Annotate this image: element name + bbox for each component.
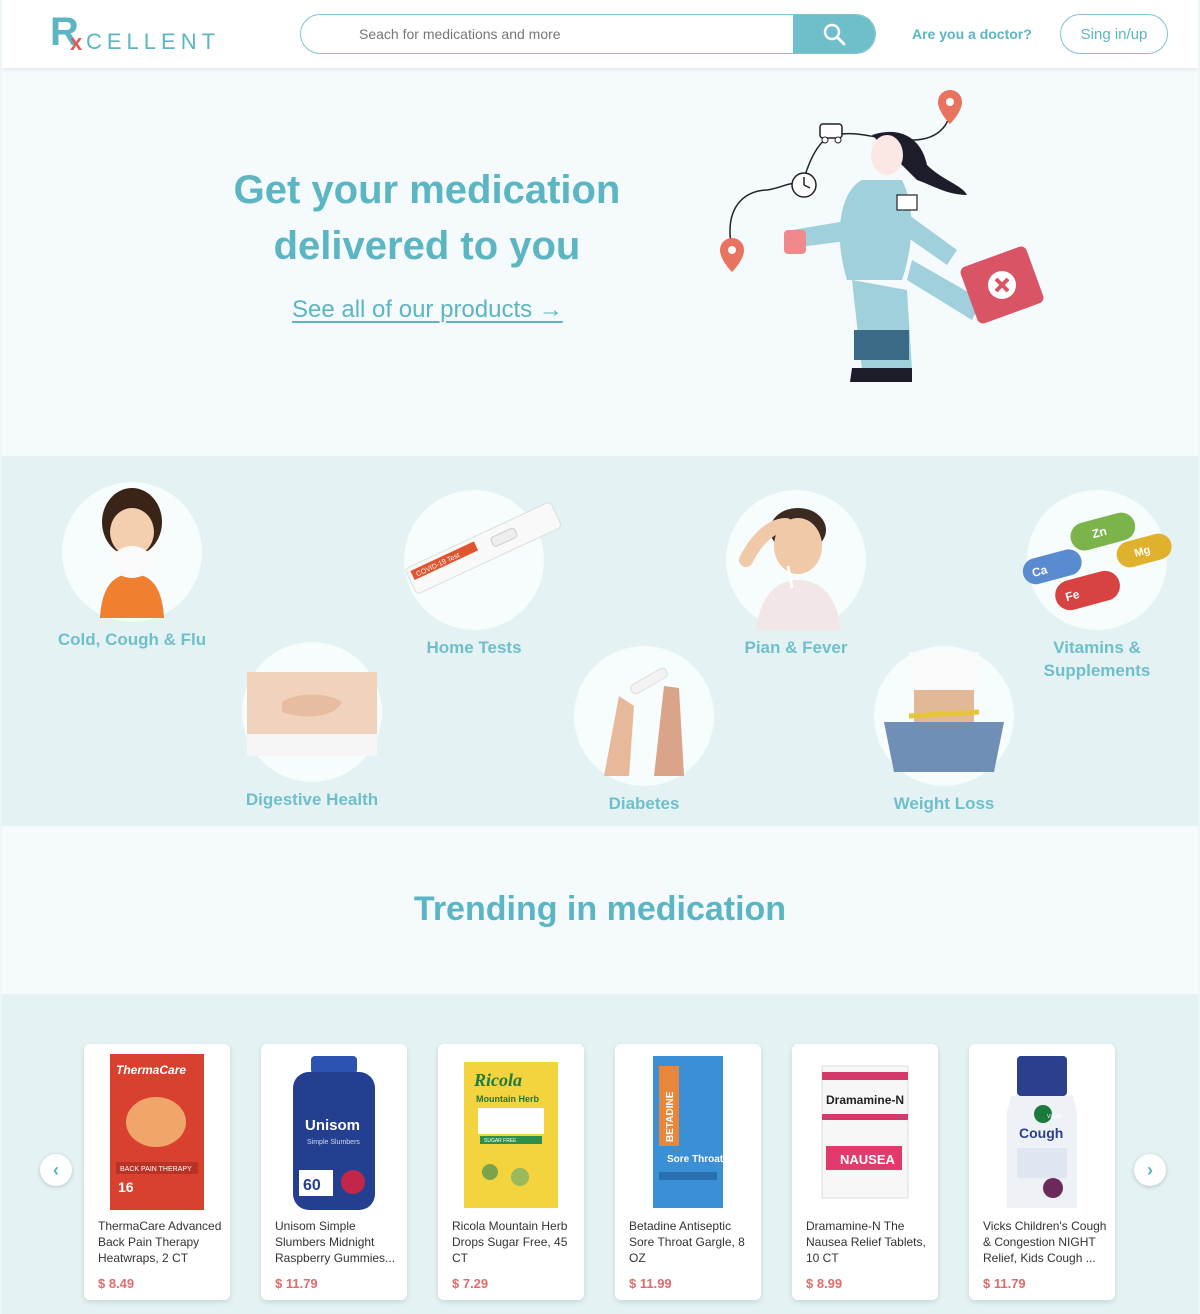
category-label: Weight Loss bbox=[893, 794, 995, 813]
product-price: $ 8.99 bbox=[806, 1276, 843, 1291]
product-name: Vicks Children's Cough & Congestion NIGH… bbox=[983, 1219, 1107, 1265]
svg-text:Ricola: Ricola bbox=[473, 1070, 522, 1090]
svg-text:16: 16 bbox=[118, 1179, 134, 1195]
logo-x: x bbox=[70, 30, 83, 55]
product-card[interactable]: Dramamine-N NAUSEA Dramamine-N The Nause… bbox=[792, 1044, 938, 1300]
product-name: Ricola Mountain Herb Drops Sugar Free, 4… bbox=[452, 1219, 568, 1265]
svg-text:Dramamine-N: Dramamine-N bbox=[826, 1093, 904, 1107]
product-image: Dramamine-N NAUSEA bbox=[821, 1065, 909, 1199]
search-button[interactable] bbox=[793, 15, 875, 53]
product-card[interactable]: VICKS Cough Vicks Children's Cough & Con… bbox=[969, 1044, 1115, 1300]
product-name: Betadine Antiseptic Sore Throat Gargle, … bbox=[629, 1219, 745, 1265]
delivery-courier-illustration bbox=[720, 90, 1044, 382]
category-image: Ca Zn Fe Mg bbox=[1022, 490, 1172, 630]
see-all-products-link[interactable]: See all of our products → bbox=[292, 296, 563, 324]
category-vitamins-supplements[interactable]: Ca Zn Fe Mg Vitamins & Supplements bbox=[1012, 490, 1182, 682]
category-image bbox=[874, 646, 1014, 786]
category-diabetes[interactable]: Diabetes bbox=[564, 646, 724, 815]
product-card[interactable]: ThermaCare BACK PAIN THERAPY 16 ThermaCa… bbox=[84, 1044, 230, 1300]
trending-title: Trending in medication bbox=[413, 890, 787, 928]
category-label: Cold, Cough & Flu bbox=[57, 630, 207, 649]
product-image: Ricola Mountain Herb SUGAR FREE bbox=[464, 1062, 558, 1208]
carousel-prev-button[interactable]: ‹ bbox=[40, 1154, 72, 1186]
svg-text:SUGAR FREE: SUGAR FREE bbox=[484, 1138, 517, 1144]
carousel-next-button[interactable]: › bbox=[1134, 1154, 1166, 1186]
product-name: Unisom Simple Slumbers Midnight Raspberr… bbox=[275, 1219, 396, 1265]
category-label: Digestive Health bbox=[245, 790, 379, 809]
product-card[interactable]: Unisom Simple Slumbers 60 Unisom Simple … bbox=[261, 1044, 407, 1300]
category-label: Home Tests bbox=[426, 638, 522, 657]
category-pain-fever[interactable]: Pian & Fever bbox=[716, 490, 876, 659]
category-label: Diabetes bbox=[608, 794, 680, 813]
logo-text: CELLENT bbox=[86, 29, 221, 54]
category-label: Pian & Fever bbox=[744, 638, 848, 657]
signin-button[interactable]: Sing in/up bbox=[1060, 14, 1168, 54]
chevron-left-icon: ‹ bbox=[53, 1159, 59, 1180]
svg-text:Sore Throat: Sore Throat bbox=[667, 1154, 724, 1165]
svg-text:BACK PAIN THERAPY: BACK PAIN THERAPY bbox=[120, 1166, 192, 1173]
product-price: $ 8.49 bbox=[98, 1276, 135, 1291]
product-name: Dramamine-N The Nausea Relief Tablets, 1… bbox=[806, 1219, 926, 1265]
category-image bbox=[242, 642, 382, 782]
hero-title: Get your medication delivered to you bbox=[202, 162, 652, 274]
location-pin-icon bbox=[938, 90, 962, 124]
category-image bbox=[62, 482, 202, 622]
category-weight-loss[interactable]: Weight Loss bbox=[864, 646, 1024, 815]
category-home-tests[interactable]: COVID-19 Test Home Tests bbox=[394, 490, 562, 659]
product-image: BETADINE Sore Throat bbox=[653, 1056, 724, 1208]
category-image: COVID-19 Test bbox=[404, 490, 562, 630]
product-price: $ 7.29 bbox=[452, 1276, 489, 1291]
svg-text:Simple Slumbers: Simple Slumbers bbox=[307, 1139, 360, 1146]
svg-text:NAUSEA: NAUSEA bbox=[840, 1152, 896, 1167]
svg-text:VICKS: VICKS bbox=[1047, 1114, 1063, 1120]
chevron-right-icon: › bbox=[1147, 1159, 1153, 1180]
header: R x CELLENT Are you a doctor? Sing in/up bbox=[2, 0, 1198, 68]
product-price: $ 11.79 bbox=[275, 1276, 318, 1291]
search-input[interactable] bbox=[301, 15, 795, 53]
svg-text:60: 60 bbox=[303, 1177, 321, 1194]
doctor-link[interactable]: Are you a doctor? bbox=[912, 26, 1032, 42]
product-price: $ 11.79 bbox=[983, 1276, 1026, 1291]
product-name: ThermaCare Advanced Back Pain Therapy He… bbox=[98, 1219, 222, 1265]
product-image: VICKS Cough bbox=[1007, 1056, 1077, 1208]
product-card[interactable]: BETADINE Sore Throat Betadine Antiseptic… bbox=[615, 1044, 761, 1300]
product-price: $ 11.99 bbox=[629, 1276, 672, 1291]
category-image bbox=[726, 490, 866, 630]
svg-text:Unisom: Unisom bbox=[305, 1117, 360, 1134]
product-image: ThermaCare BACK PAIN THERAPY 16 bbox=[110, 1054, 204, 1210]
svg-text:Mountain Herb: Mountain Herb bbox=[476, 1094, 539, 1104]
product-card[interactable]: Ricola Mountain Herb SUGAR FREE Ricola M… bbox=[438, 1044, 584, 1300]
category-image bbox=[574, 646, 714, 786]
hero-title-line2: delivered to you bbox=[273, 224, 581, 268]
page: R x CELLENT Are you a doctor? Sing in/up… bbox=[2, 0, 1198, 1314]
location-pin-icon-2 bbox=[720, 238, 744, 272]
logo[interactable]: R x CELLENT bbox=[50, 12, 230, 56]
category-label: Vitamins & Supplements bbox=[1043, 638, 1151, 680]
hero-title-line1: Get your medication bbox=[233, 168, 621, 212]
search-icon bbox=[823, 23, 846, 46]
search-bar bbox=[300, 14, 876, 54]
category-digestive-health[interactable]: Digestive Health bbox=[222, 642, 402, 811]
product-image: Unisom Simple Slumbers 60 bbox=[293, 1056, 375, 1210]
svg-text:BETADINE: BETADINE bbox=[665, 1091, 676, 1142]
svg-text:Cough: Cough bbox=[1019, 1125, 1063, 1141]
svg-text:ThermaCare: ThermaCare bbox=[116, 1063, 186, 1077]
products-carousel: ‹ ThermaCare BACK PAIN THERAPY 16 Therma… bbox=[2, 994, 1198, 1314]
categories-section: Cold, Cough & Flu COVID-19 Test Home Tes… bbox=[2, 456, 1198, 826]
category-cold-cough-flu[interactable]: Cold, Cough & Flu bbox=[52, 482, 212, 651]
